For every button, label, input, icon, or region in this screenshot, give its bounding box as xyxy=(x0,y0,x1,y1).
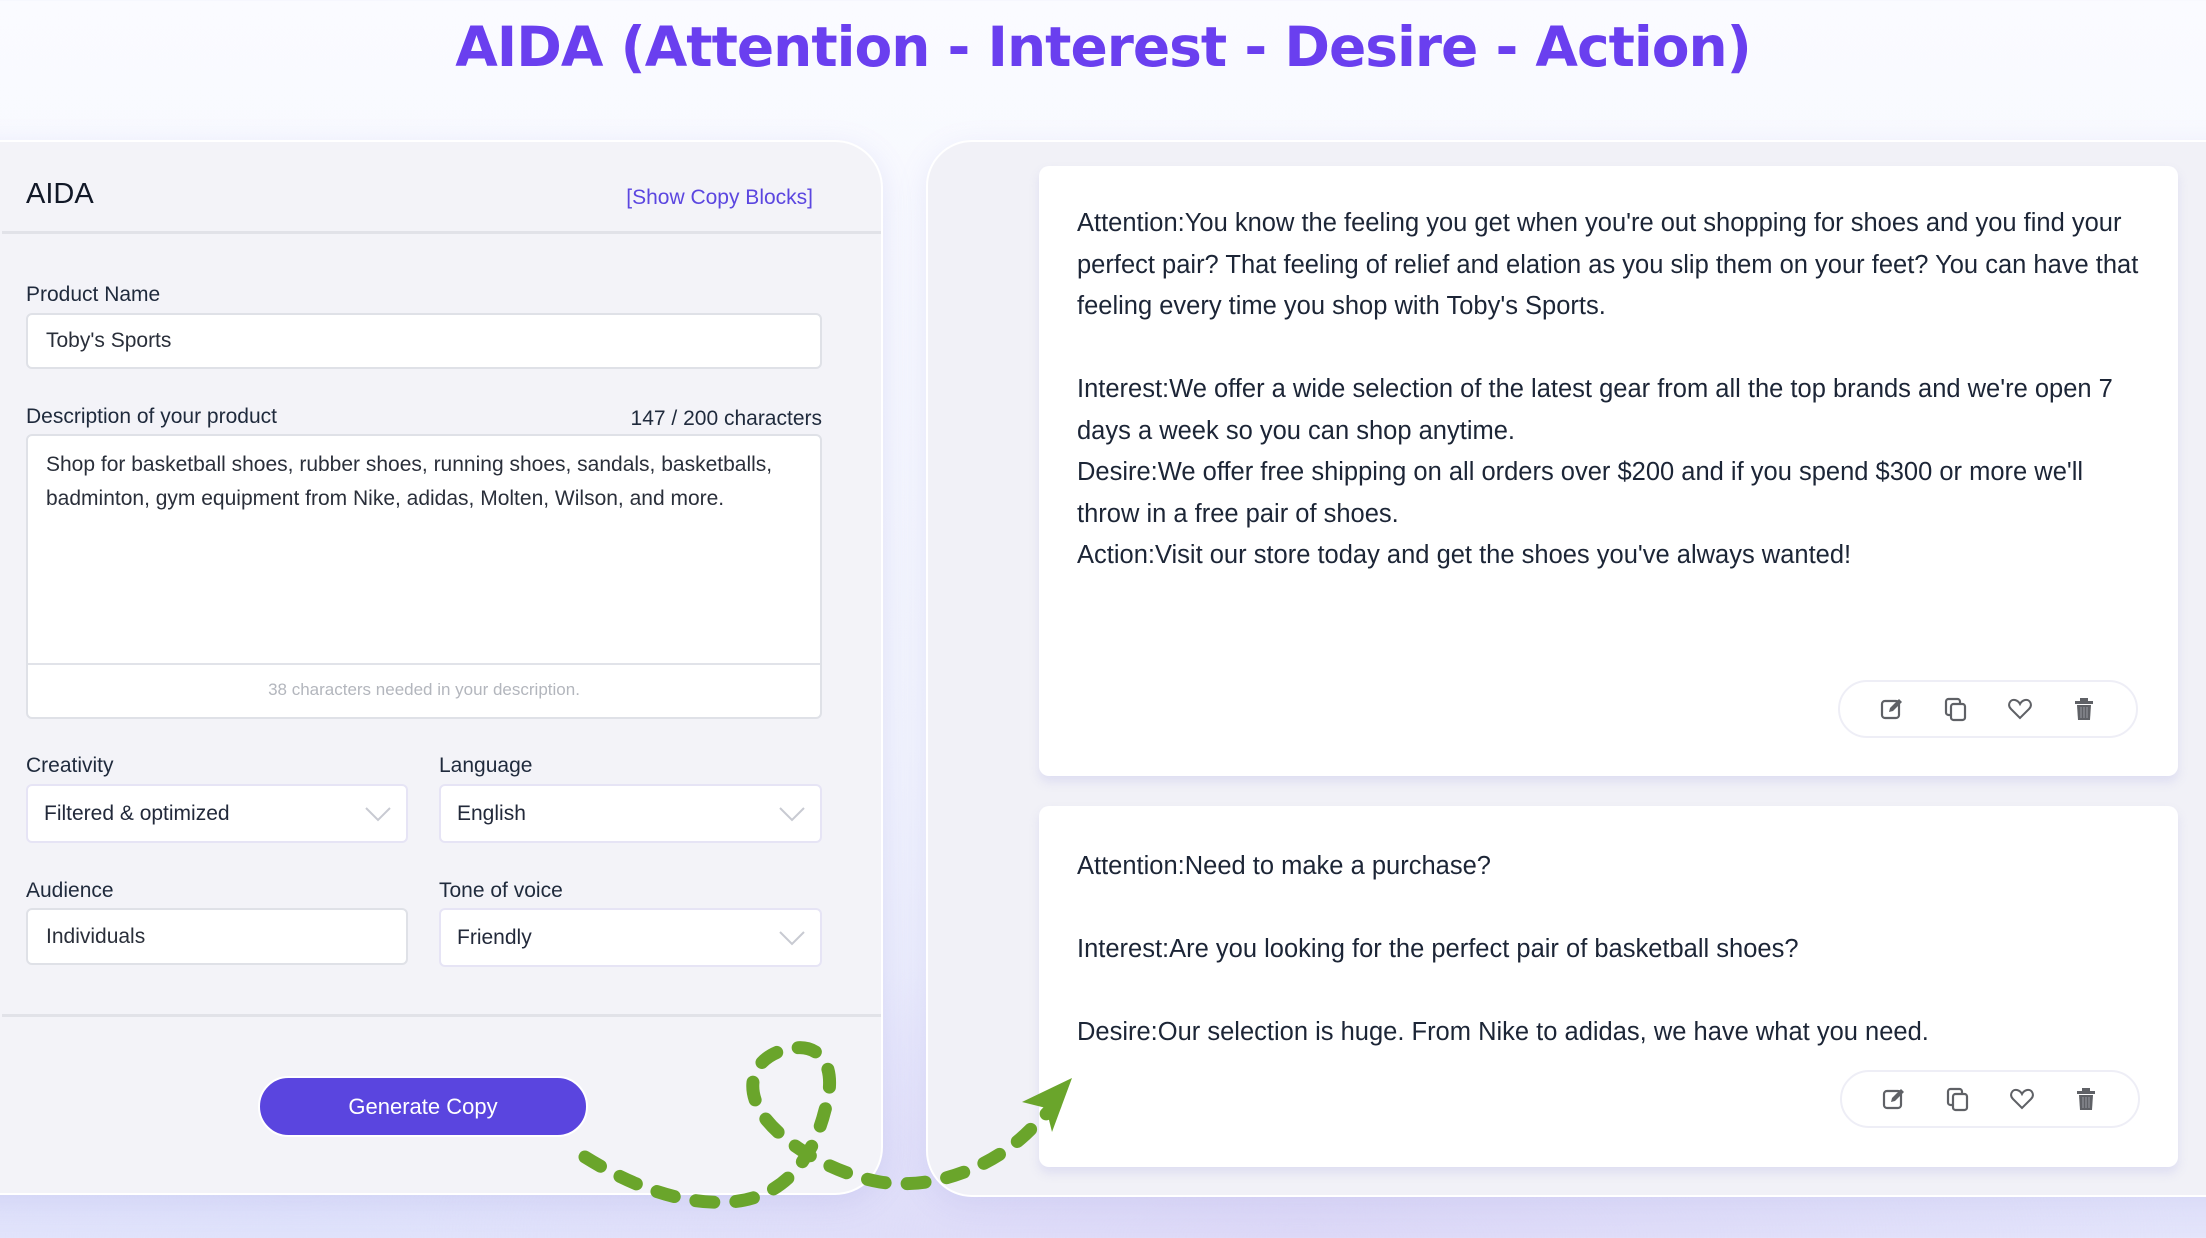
result-card-2: Attention:Need to make a purchase? Inter… xyxy=(1039,806,2178,1167)
audience-input[interactable]: Individuals xyxy=(26,908,408,965)
description-divider xyxy=(28,663,820,665)
description-char-count: 147 / 200 characters xyxy=(630,407,822,430)
description-hint: 38 characters needed in your description… xyxy=(268,680,580,699)
language-value: English xyxy=(457,801,526,825)
trash-icon[interactable] xyxy=(2073,1086,2099,1112)
form-footer-divider xyxy=(2,1014,881,1017)
result-paragraph-desire: Desire:We offer free shipping on all ord… xyxy=(1077,458,2084,528)
edit-icon[interactable] xyxy=(1881,1086,1907,1112)
chevron-down-icon xyxy=(365,806,391,821)
product-name-label: Product Name xyxy=(26,283,161,306)
result-paragraph-interest: Interest:We offer a wide selection of th… xyxy=(1077,375,2113,445)
result-paragraph-action: Action:Visit our store today and get the… xyxy=(1077,541,1852,569)
audience-label: Audience xyxy=(26,879,114,902)
chevron-down-icon xyxy=(779,806,805,821)
page-title: AIDA (Attention - Interest - Desire - Ac… xyxy=(455,15,1752,79)
show-copy-blocks-link[interactable]: [Show Copy Blocks] xyxy=(626,186,813,210)
trash-icon[interactable] xyxy=(2071,696,2097,722)
creativity-label: Creativity xyxy=(26,754,114,777)
chevron-down-icon xyxy=(779,930,805,945)
form-title: AIDA xyxy=(26,178,94,210)
result-actions xyxy=(1838,680,2138,738)
product-name-value: Toby's Sports xyxy=(46,329,172,352)
result-actions xyxy=(1840,1070,2140,1128)
generate-copy-button[interactable]: Generate Copy xyxy=(258,1076,588,1137)
tone-label: Tone of voice xyxy=(439,879,563,902)
language-select[interactable]: English xyxy=(439,784,822,843)
description-label: Description of your product xyxy=(26,405,277,428)
audience-value: Individuals xyxy=(46,924,146,948)
product-name-input[interactable]: Toby's Sports xyxy=(26,313,822,369)
edit-icon[interactable] xyxy=(1879,696,1905,722)
result-paragraph-attention: Attention:You know the feeling you get w… xyxy=(1077,209,2139,320)
creativity-value: Filtered & optimized xyxy=(44,801,230,825)
result-paragraph-interest: Interest:Are you looking for the perfect… xyxy=(1077,935,1799,963)
tone-value: Friendly xyxy=(457,925,532,949)
description-value: Shop for basketball shoes, rubber shoes,… xyxy=(46,453,773,510)
heart-icon[interactable] xyxy=(2007,696,2033,722)
language-label: Language xyxy=(439,754,533,777)
result-card-1: Attention:You know the feeling you get w… xyxy=(1039,166,2178,776)
form-header: AIDA [Show Copy Blocks] xyxy=(2,142,881,234)
copy-icon[interactable] xyxy=(1945,1086,1971,1112)
description-textarea[interactable]: Shop for basketball shoes, rubber shoes,… xyxy=(26,434,822,719)
tone-select[interactable]: Friendly xyxy=(439,908,822,967)
result-paragraph-desire: Desire:Our selection is huge. From Nike … xyxy=(1077,1018,1929,1046)
result-paragraph-attention: Attention:Need to make a purchase? xyxy=(1077,852,1491,880)
creativity-select[interactable]: Filtered & optimized xyxy=(26,784,408,843)
copy-icon[interactable] xyxy=(1943,696,1969,722)
heart-icon[interactable] xyxy=(2009,1086,2035,1112)
